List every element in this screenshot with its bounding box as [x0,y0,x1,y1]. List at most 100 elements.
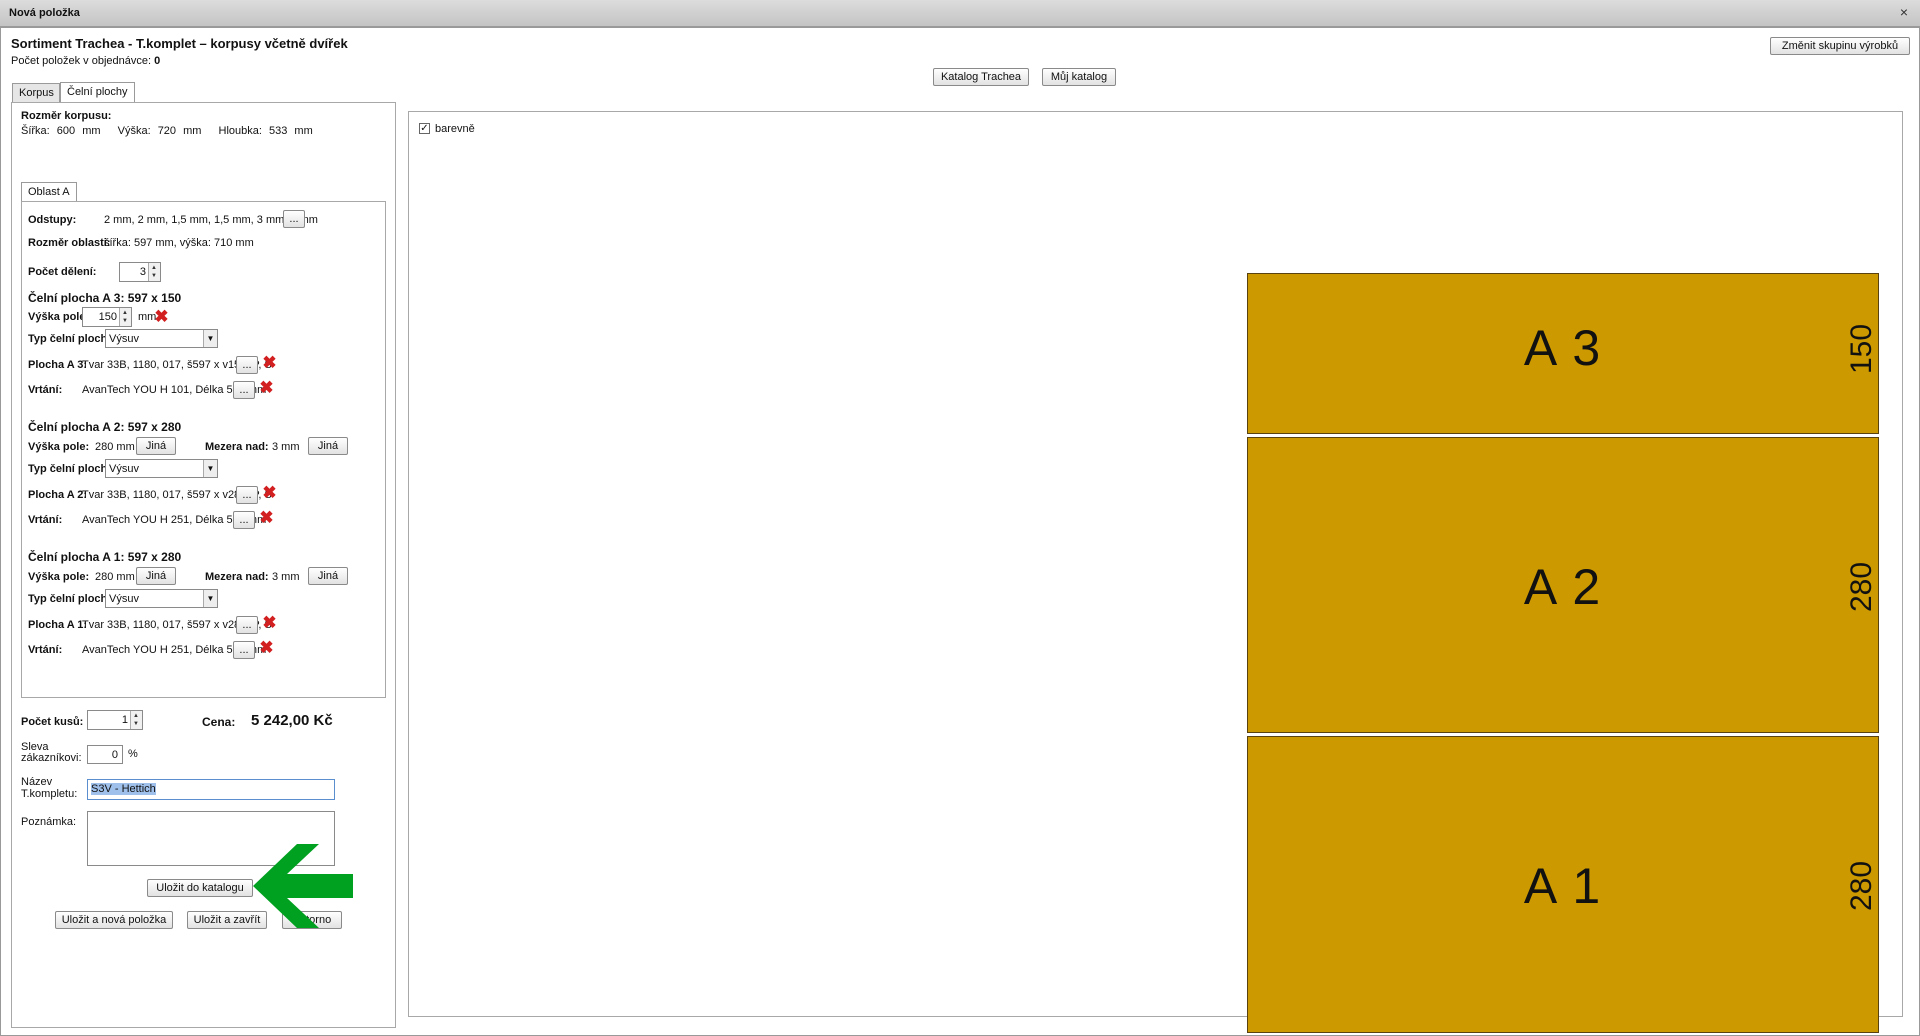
tab-celni-plochy[interactable]: Čelní plochy [60,82,135,102]
front-a2-height-other-button[interactable]: Jiná [136,437,176,455]
front-a1-gap-other-button[interactable]: Jiná [308,567,348,585]
height-value: 720 [157,125,177,137]
front-a2-type-select[interactable]: Výsuv ▼ [105,459,218,478]
offsets-edit-button[interactable]: ... [283,210,305,228]
body-size-heading: Rozměr korpusu: [21,110,112,122]
delete-x-icon[interactable]: ✖ [262,614,277,631]
front-a3-plate-label: Plocha A 3: [28,359,88,371]
depth-unit: mm [294,125,313,137]
window-titlebar: Nová položka × [0,0,1920,27]
discount-unit: % [128,748,138,760]
drawer-a2-height: 280 [1845,561,1878,613]
tab-oblast-a[interactable]: Oblast A [21,182,77,201]
front-a2-gap-value: 3 mm [272,441,300,453]
note-label: Poznámka: [21,816,77,828]
discount-field[interactable]: 0 [87,745,123,764]
chevron-down-icon[interactable]: ▼ [203,460,217,477]
close-icon[interactable]: × [1900,4,1908,20]
delete-x-icon[interactable]: ✖ [262,484,277,501]
division-label: Počet dělení: [28,266,97,278]
front-a1-type-label: Typ čelní plochy: [28,593,118,605]
pieces-label: Počet kusů: [21,716,84,728]
front-a2-plate-label: Plocha A 2: [28,489,88,501]
division-value: 3 [139,266,146,278]
area-panel: Odstupy: 2 mm, 2 mm, 1,5 mm, 1,5 mm, 3 m… [21,201,386,698]
front-a1-title: Čelní plocha A 1: 597 x 280 [28,550,182,564]
front-a3-height-value: 150 [98,311,117,323]
front-a1-drill-edit-button[interactable]: ... [233,641,255,659]
color-checkbox[interactable]: ✓ [419,123,430,134]
stepper-arrows-icon[interactable]: ▲ ▼ [130,711,142,729]
pieces-stepper[interactable]: 1 ▲ ▼ [87,710,143,730]
green-arrow-left-icon [253,844,353,928]
drawer-a1-height: 280 [1845,860,1878,912]
front-a3-type-select[interactable]: Výsuv ▼ [105,329,218,348]
front-a2-type-value: Výsuv [109,463,139,475]
drawer-a2[interactable]: A 2 280 [1247,437,1879,733]
front-a2-drill-label: Vrtání: [28,514,63,526]
save-to-catalog-button[interactable]: Uložit do katalogu [147,879,253,897]
change-group-button[interactable]: Změnit skupinu výrobků [1770,37,1910,55]
delete-x-icon[interactable]: ✖ [262,354,277,371]
front-a3-drill-label: Vrtání: [28,384,63,396]
front-a2-gap-label: Mezera nad: [205,441,269,453]
division-stepper[interactable]: 3 ▲ ▼ [119,262,161,282]
kit-name-value: S3V - Hettich [91,783,156,795]
front-a3-drill-edit-button[interactable]: ... [233,381,255,399]
depth-value: 533 [268,125,288,137]
chevron-down-icon[interactable]: ▼ [203,330,217,347]
my-catalog-button[interactable]: Můj katalog [1042,68,1116,86]
delete-x-icon[interactable]: ✖ [154,308,169,325]
width-value: 600 [56,125,76,137]
delete-x-icon[interactable]: ✖ [259,639,274,656]
area-size-label: Rozměr oblasti: [28,237,111,249]
stepper-arrows-icon[interactable]: ▲ ▼ [119,308,131,326]
order-count-label: Počet položek v objednávce: [11,55,152,67]
front-a2-drill-edit-button[interactable]: ... [233,511,255,529]
front-a3-height-label: Výška pole: [28,311,90,323]
front-a1-gap-label: Mezera nad: [205,571,269,583]
front-a3-type-value: Výsuv [109,333,139,345]
width-label: Šířka: [21,125,50,137]
front-a1-type-select[interactable]: Výsuv ▼ [105,589,218,608]
page-title: Sortiment Trachea - T.komplet – korpusy … [11,36,348,51]
front-a1-height-other-button[interactable]: Jiná [136,567,176,585]
height-unit: mm [183,125,202,137]
front-a3-plate-edit-button[interactable]: ... [236,356,258,374]
dialog: Sortiment Trachea - T.komplet – korpusy … [0,27,1920,1036]
drawer-a3[interactable]: A 3 150 [1247,273,1879,434]
front-a2-type-label: Typ čelní plochy: [28,463,118,475]
cabinet-front-preview: A 3 150 A 2 280 A 1 280 [409,112,1902,1033]
front-a1-drill-label: Vrtání: [28,644,63,656]
discount-label-2: zákazníkovi: [21,752,82,764]
width-unit: mm [82,125,101,137]
front-a1-plate-edit-button[interactable]: ... [236,616,258,634]
delete-x-icon[interactable]: ✖ [259,509,274,526]
preview-panel: ✓ barevně A 3 150 A 2 280 A 1 280 [408,111,1903,1033]
front-a3-height-stepper[interactable]: 150 ▲ ▼ [82,307,132,327]
window-title: Nová položka [9,7,80,19]
order-count-value: 0 [154,55,161,67]
order-count: Počet položek v objednávce: 0 [11,55,160,67]
kit-name-field[interactable]: S3V - Hettich [87,779,335,800]
drawer-a1-name: A 1 [1523,858,1603,914]
front-a2-gap-other-button[interactable]: Jiná [308,437,348,455]
name-label-1: Název [21,776,53,788]
front-a2-height-label: Výška pole: [28,441,90,453]
front-a2-title: Čelní plocha A 2: 597 x 280 [28,420,182,434]
chevron-down-icon[interactable]: ▼ [203,590,217,607]
front-a2-plate-edit-button[interactable]: ... [236,486,258,504]
delete-x-icon[interactable]: ✖ [259,379,274,396]
front-a1-height-value: 280 mm [95,571,135,583]
stepper-arrows-icon[interactable]: ▲ ▼ [148,263,160,281]
height-label: Výška: [117,125,151,137]
tab-korpus[interactable]: Korpus [12,83,60,102]
drawer-a2-name: A 2 [1523,559,1603,615]
pieces-value: 1 [121,714,128,726]
save-and-new-button[interactable]: Uložit a nová položka [55,911,173,929]
name-label-2: T.kompletu: [21,788,78,800]
front-a3-title: Čelní plocha A 3: 597 x 150 [28,291,182,305]
drawer-a1[interactable]: A 1 280 [1247,736,1879,1033]
drawer-a3-name: A 3 [1523,320,1603,376]
catalog-trachea-button[interactable]: Katalog Trachea [933,68,1029,86]
